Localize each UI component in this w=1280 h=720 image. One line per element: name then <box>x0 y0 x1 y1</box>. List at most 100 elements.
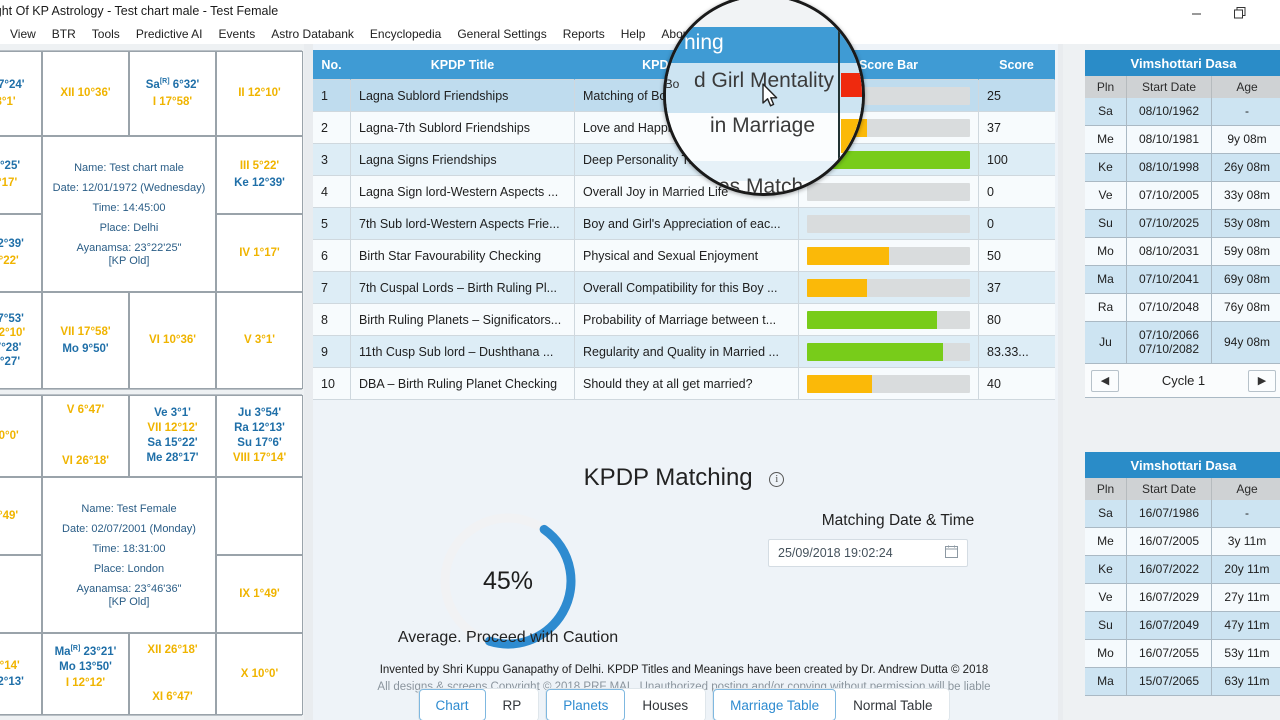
table-row[interactable]: 7 7th Cuspal Lords – Birth Ruling Pl... … <box>313 272 1055 304</box>
chart-cell[interactable]: IX 1°49' <box>216 555 303 633</box>
magnified-score-bar-green <box>841 157 865 173</box>
tab-normal-table[interactable]: Normal Table <box>836 689 949 720</box>
cycle-prev-button[interactable]: ◀ <box>1091 370 1119 392</box>
table-row[interactable]: Me16/07/20053y 11m <box>1085 528 1280 556</box>
tab-rp[interactable]: RP <box>486 689 539 720</box>
table-row[interactable]: Su16/07/204947y 11m <box>1085 612 1280 640</box>
chart-info-female: Name: Test Female Date: 02/07/2001 (Mond… <box>42 477 216 633</box>
chart-cell[interactable]: II 12°10' <box>216 51 303 136</box>
column-header-age: Age <box>1212 478 1280 500</box>
chart-cell[interactable]: V 3°1' <box>216 292 303 389</box>
magnified-row4-text: es Match <box>718 175 803 196</box>
chart-cell[interactable]: Ve 3°1' VII 12°12' Sa 15°22' Me 28°17' <box>129 395 216 477</box>
chart-cell[interactable]: VI 10°36' <box>129 292 216 389</box>
column-header-title: KPDP Title <box>351 50 575 80</box>
chart-cell[interactable]: Ve 1°25' X 1°17' <box>0 136 42 214</box>
credit-line-1: Invented by Shri Kuppu Ganapathy of Delh… <box>313 662 1055 679</box>
minimize-button[interactable] <box>1173 0 1219 26</box>
chart-cell[interactable]: Sa[R] 6°32' I 17°58' <box>129 51 216 136</box>
birth-chart-female[interactable]: IV 10°0' V 6°47' VI 26°18' Ve 3°1' VII 1… <box>0 394 302 716</box>
table-row[interactable]: Mo16/07/205553y 11m <box>1085 640 1280 668</box>
table-row[interactable]: Ra07/10/204876y 08m <box>1085 294 1280 322</box>
table-row[interactable]: Su07/10/202553y 08m <box>1085 210 1280 238</box>
info-icon[interactable]: i <box>769 472 784 487</box>
tab-group-data: Planets Houses <box>546 689 705 720</box>
column-header-start: Start Date <box>1127 76 1212 98</box>
magnified-row2-text: in Marriage <box>710 114 815 138</box>
menu-item-events[interactable]: Events <box>211 24 264 44</box>
menu-item-general-settings[interactable]: General Settings <box>449 24 554 44</box>
chart-cell[interactable] <box>216 477 303 555</box>
menu-item-btr[interactable]: BTR <box>44 24 84 44</box>
table-row[interactable]: Ju07/10/2066 07/10/208294y 08m <box>1085 322 1280 364</box>
table-row[interactable]: 6 Birth Star Favourability Checking Phys… <box>313 240 1055 272</box>
dasa-title: Vimshottari Dasa <box>1085 452 1280 478</box>
calendar-icon[interactable] <box>945 545 958 561</box>
tab-planets[interactable]: Planets <box>546 689 625 720</box>
magnified-score-bar-red <box>841 73 865 97</box>
score-bar <box>807 247 970 265</box>
column-header-no: No. <box>313 50 351 80</box>
chart-cell[interactable]: Ma[R] 23°21' Mo 13°50' I 12°12' <box>42 633 129 715</box>
restore-button[interactable] <box>1217 0 1263 26</box>
table-row[interactable]: 9 11th Cusp Sub lord – Dushthana ... Reg… <box>313 336 1055 368</box>
menu-item-tools[interactable]: Tools <box>84 24 128 44</box>
tab-marriage-table[interactable]: Marriage Table <box>713 689 836 720</box>
chart-cell[interactable]: Ma 17°24' XI 3°1' <box>0 51 42 136</box>
table-row[interactable]: Ke16/07/202220y 11m <box>1085 556 1280 584</box>
table-row[interactable]: Ma15/07/206563y 11m <box>1085 668 1280 696</box>
table-row[interactable]: Ve07/10/200533y 08m <box>1085 182 1280 210</box>
table-row[interactable]: 10 DBA – Birth Ruling Planet Checking Sh… <box>313 368 1055 400</box>
table-row[interactable]: Ma07/10/204169y 08m <box>1085 266 1280 294</box>
table-row[interactable]: 5 7th Sub lord-Western Aspects Frie... B… <box>313 208 1055 240</box>
chart-cell[interactable]: V 6°47' VI 26°18' <box>42 395 129 477</box>
chart-cell[interactable]: IV 1°17' <box>216 214 303 292</box>
table-row[interactable]: Me08/10/19819y 08m <box>1085 126 1280 154</box>
table-row[interactable]: Ve16/07/202927y 11m <box>1085 584 1280 612</box>
table-row[interactable]: Mo08/10/203159y 08m <box>1085 238 1280 266</box>
table-row[interactable]: Sa16/07/1986- <box>1085 500 1280 528</box>
table-row[interactable]: 8 Birth Ruling Planets – Significators..… <box>313 304 1055 336</box>
chart-cell[interactable]: X 10°0' <box>216 633 303 715</box>
tab-chart[interactable]: Chart <box>419 689 486 720</box>
application-window: ight Of KP Astrology - Test chart male -… <box>0 0 1280 720</box>
menu-item-astro-databank[interactable]: Astro Databank <box>263 24 362 44</box>
chart-cell[interactable]: Ju 3°54' Ra 12°13' Su 17°6' VIII 17°14' <box>216 395 303 477</box>
magnifier-content: PDI ning f Bo d Girl Mentality app in Ma… <box>666 0 865 196</box>
minimize-icon <box>1191 8 1202 19</box>
column-header-score: Score <box>979 50 1055 80</box>
dasa-column-headers: Pln Start Date Age <box>1085 478 1280 500</box>
chart-name: Name: Test chart male <box>74 162 184 174</box>
chart-ayanamsa-system: [KP Old] <box>109 255 150 267</box>
chart-cell[interactable]: VII 17°58' Mo 9°50' <box>42 292 129 389</box>
menu-item-reports[interactable]: Reports <box>555 24 613 44</box>
chart-cell[interactable]: III 1°49' <box>0 477 42 555</box>
cycle-next-button[interactable]: ▶ <box>1248 370 1276 392</box>
birth-chart-male[interactable]: Ma 17°24' XI 3°1' XII 10°36' Sa[R] 6°32'… <box>0 50 302 390</box>
menu-item-view[interactable]: View <box>0 24 44 44</box>
chart-cell[interactable]: IV 10°0' <box>0 395 42 477</box>
menu-item-help[interactable]: Help <box>613 24 654 44</box>
chart-cell[interactable]: Ra 12°39' IX 5°22' <box>0 214 42 292</box>
primary-tab-bar: Chart RP Planets Houses Marriage Table N… <box>313 689 1055 720</box>
column-header-start: Start Date <box>1127 478 1212 500</box>
matching-date-input[interactable]: 25/09/2018 19:02:24 <box>768 539 968 567</box>
magnified-header-text: ning <box>684 31 724 55</box>
chart-info-male: Name: Test chart male Date: 12/01/1972 (… <box>42 136 216 292</box>
chart-cell[interactable]: II 17°14' Ke 12°13' <box>0 633 42 715</box>
tab-group-table: Marriage Table Normal Table <box>713 689 949 720</box>
menu-item-encyclopedia[interactable]: Encyclopedia <box>362 24 449 44</box>
mouse-cursor-icon <box>762 83 780 109</box>
chart-cell[interactable] <box>0 555 42 633</box>
chart-cell[interactable]: XII 10°36' <box>42 51 129 136</box>
chart-cell[interactable]: XII 26°18' XI 6°47' <box>129 633 216 715</box>
table-row[interactable]: Ke08/10/199826y 08m <box>1085 154 1280 182</box>
chart-cell[interactable]: Su 27°53' VIII 12°10' Me 7°28' Ju 1°27' <box>0 292 42 389</box>
chart-cell[interactable]: III 5°22' Ke 12°39' <box>216 136 303 214</box>
menu-item-predictive-ai[interactable]: Predictive AI <box>128 24 211 44</box>
table-row[interactable]: Sa08/10/1962- <box>1085 98 1280 126</box>
tab-houses[interactable]: Houses <box>625 689 705 720</box>
tab-group-view: Chart RP <box>419 689 539 720</box>
window-title: ight Of KP Astrology - Test chart male -… <box>0 4 278 18</box>
chart-ayanamsa: Ayanamsa: 23°46'36" <box>77 583 182 595</box>
